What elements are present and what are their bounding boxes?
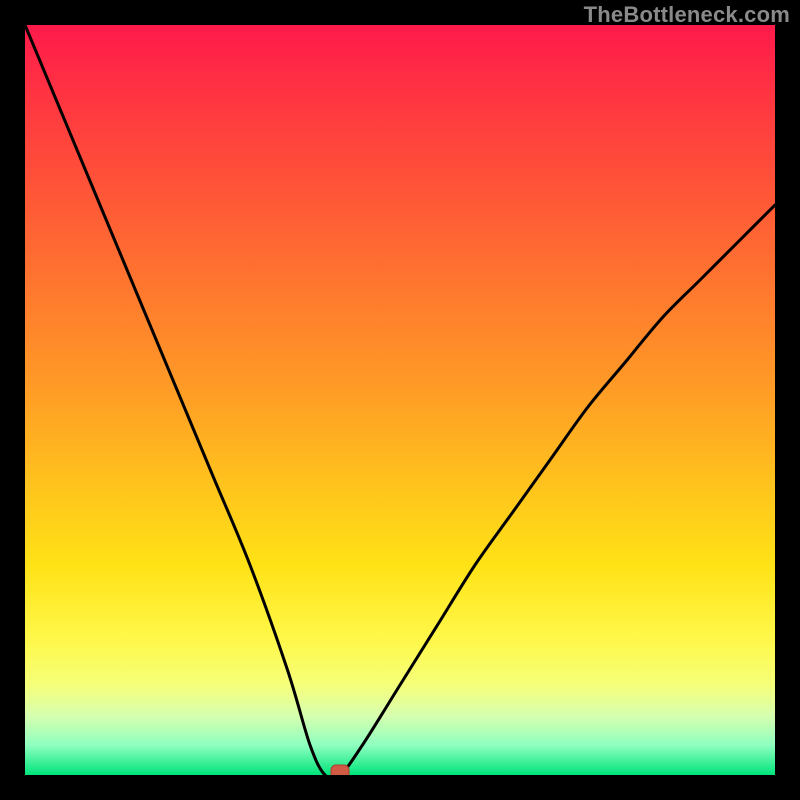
bottleneck-curve xyxy=(25,25,775,775)
chart-svg xyxy=(25,25,775,775)
outer-frame: TheBottleneck.com xyxy=(0,0,800,800)
plot-area xyxy=(25,25,775,775)
optimum-marker xyxy=(331,765,349,775)
